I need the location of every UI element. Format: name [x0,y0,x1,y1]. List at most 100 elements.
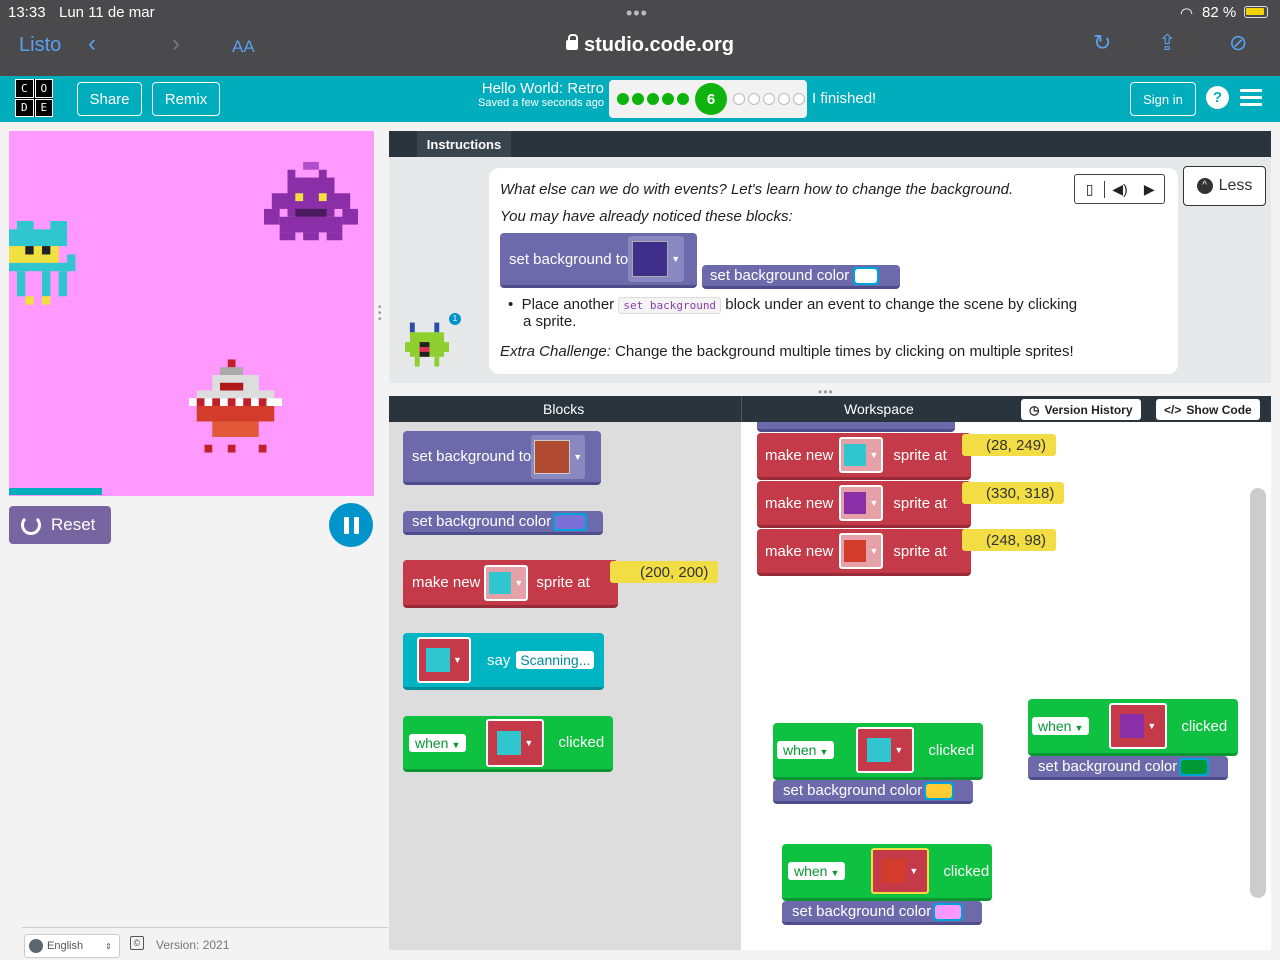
copyright-icon[interactable]: © [130,936,144,950]
coordinate-input[interactable]: (28, 249) [962,434,1057,456]
background-thumbnail [632,241,669,277]
when-dropdown[interactable]: when ▼ [777,741,835,759]
dropdown-arrow-icon: ▼ [869,498,879,508]
cyan-alien-sprite[interactable] [9,221,77,313]
workspace-set-bg-color-2[interactable]: set background color [1028,756,1228,780]
compass-icon[interactable]: ⊘ [1229,30,1247,56]
color-swatch [1181,759,1208,774]
example-set-background-block: set background to ▼ [500,233,697,288]
toolbox-when-clicked-block[interactable]: when ▼ ▼ clicked [403,716,613,772]
ufo-thumbnail [882,859,907,883]
sprite-picker[interactable]: ▼ [1109,703,1168,749]
workspace-when-clicked-2[interactable]: when ▼ ▼ clicked [1028,699,1238,756]
text-size-button[interactable]: AA [232,37,255,57]
inline-code: set background [618,297,722,314]
toolbox-say-block[interactable]: ▼ say Scanning... [403,633,604,690]
reload-icon[interactable]: ↻ [1093,30,1111,56]
ufo-thumbnail [844,540,867,562]
color-slot[interactable] [933,902,964,921]
level-dot-completed[interactable] [617,93,629,105]
forward-arrow-icon[interactable]: › [172,30,180,58]
reset-button[interactable]: Reset [9,506,111,544]
play-icon[interactable]: ▶ [1135,181,1164,198]
header-divider [741,396,742,422]
workspace-make-new-sprite-1[interactable]: make new ▼ sprite at [757,433,971,480]
mascot-bot-icon[interactable] [405,322,449,372]
tab-instructions[interactable]: Instructions [417,131,511,157]
color-slot[interactable] [924,781,955,800]
level-dot-empty[interactable] [763,93,775,105]
when-dropdown[interactable]: when ▼ [1032,717,1090,735]
coordinate-input[interactable]: (200, 200) [610,561,719,583]
level-dot-completed[interactable] [662,93,674,105]
block-label: clicked [928,741,975,759]
done-button[interactable]: Listo [19,34,61,57]
show-code-label: Show Code [1186,402,1252,417]
pause-button[interactable] [329,503,373,547]
workspace-when-clicked-3[interactable]: when ▼ ▼ clicked [782,844,992,901]
sprite-picker[interactable]: ▼ [839,533,884,569]
share-icon[interactable]: ⇪ [1158,30,1176,56]
sprite-picker[interactable]: ▼ [417,637,471,683]
less-button[interactable]: ^ Less [1183,166,1266,206]
level-dot-empty[interactable] [778,93,790,105]
current-level[interactable]: 6 [695,83,727,115]
workspace-when-clicked-1[interactable]: when ▼ ▼ clicked [773,723,983,780]
show-code-button[interactable]: </> Show Code [1156,399,1260,420]
color-slot[interactable] [553,512,588,531]
status-date: Lun 11 de mar [59,4,155,21]
level-dot-completed[interactable] [677,93,689,105]
finished-link[interactable]: I finished! [812,90,876,107]
block-label: clicked [1181,717,1228,735]
sprite-picker[interactable]: ▼ [486,718,545,767]
workspace-set-bg-color-3[interactable]: set background color [782,901,982,925]
sprite-picker[interactable]: ▼ [839,485,884,521]
toolbox-set-background-color-block[interactable]: set background color [403,511,603,535]
footer: English ⇕ © Version: 2021 [22,927,388,960]
volume-icon[interactable]: ◀) [1105,181,1134,198]
workspace-partial-block[interactable] [757,422,955,432]
multitask-dots-icon[interactable]: ••• [626,3,648,24]
sprite-picker[interactable]: ▼ [484,564,529,601]
level-dot-completed[interactable] [632,93,644,105]
url-bar[interactable]: studio.code.org [540,34,760,57]
read-aloud-icon[interactable]: ▯ [1075,180,1106,198]
back-arrow-icon[interactable]: ‹ [88,30,96,58]
workspace-scrollbar[interactable] [1250,488,1266,898]
coordinate-input[interactable]: (248, 98) [962,529,1057,551]
block-label: clicked [943,862,990,880]
sign-in-button[interactable]: Sign in [1130,82,1196,116]
sprite-picker[interactable]: ▼ [839,437,884,473]
remix-button[interactable]: Remix [152,82,220,116]
level-dot-empty[interactable] [793,93,805,105]
game-canvas[interactable] [9,131,374,496]
toolbox-make-new-sprite-block[interactable]: make new ▼ sprite at [403,560,618,608]
hamburger-menu-icon[interactable] [1240,89,1262,107]
say-text-input[interactable]: Scanning... [516,651,595,669]
toolbox-set-background-to-block[interactable]: set background to ▼ [403,431,601,485]
level-dot-empty[interactable] [733,93,745,105]
sprite-picker[interactable]: ▼ [871,848,930,894]
workspace-set-bg-color-1[interactable]: set background color [773,780,973,804]
when-dropdown[interactable]: when ▼ [788,862,846,880]
share-button[interactable]: Share [77,82,142,116]
coordinate-input[interactable]: (330, 318) [962,482,1065,504]
ufo-sprite[interactable] [189,359,282,453]
sprite-picker[interactable]: ▼ [856,727,915,773]
version-history-button[interactable]: ◷ Version History [1021,399,1141,420]
language-select[interactable]: English ⇕ [24,934,120,958]
workspace-make-new-sprite-2[interactable]: make new ▼ sprite at [757,481,971,528]
status-time: 13:33 [8,4,46,21]
color-slot[interactable] [1179,757,1210,776]
blocks-title: Blocks [543,401,585,417]
purple-alien-sprite[interactable] [264,161,358,249]
help-icon[interactable]: ? [1206,86,1229,109]
browser-chrome: 13:33 Lun 11 de mar ••• ◠ 82 % Listo ‹ ›… [0,0,1280,76]
workspace-make-new-sprite-3[interactable]: make new ▼ sprite at [757,529,971,576]
level-dot-empty[interactable] [748,93,760,105]
when-dropdown[interactable]: when ▼ [409,733,467,752]
code-org-logo[interactable]: C O D E [15,79,53,117]
resize-handle[interactable]: • • • [378,303,382,325]
background-picker[interactable]: ▼ [531,434,586,479]
level-dot-completed[interactable] [647,93,659,105]
